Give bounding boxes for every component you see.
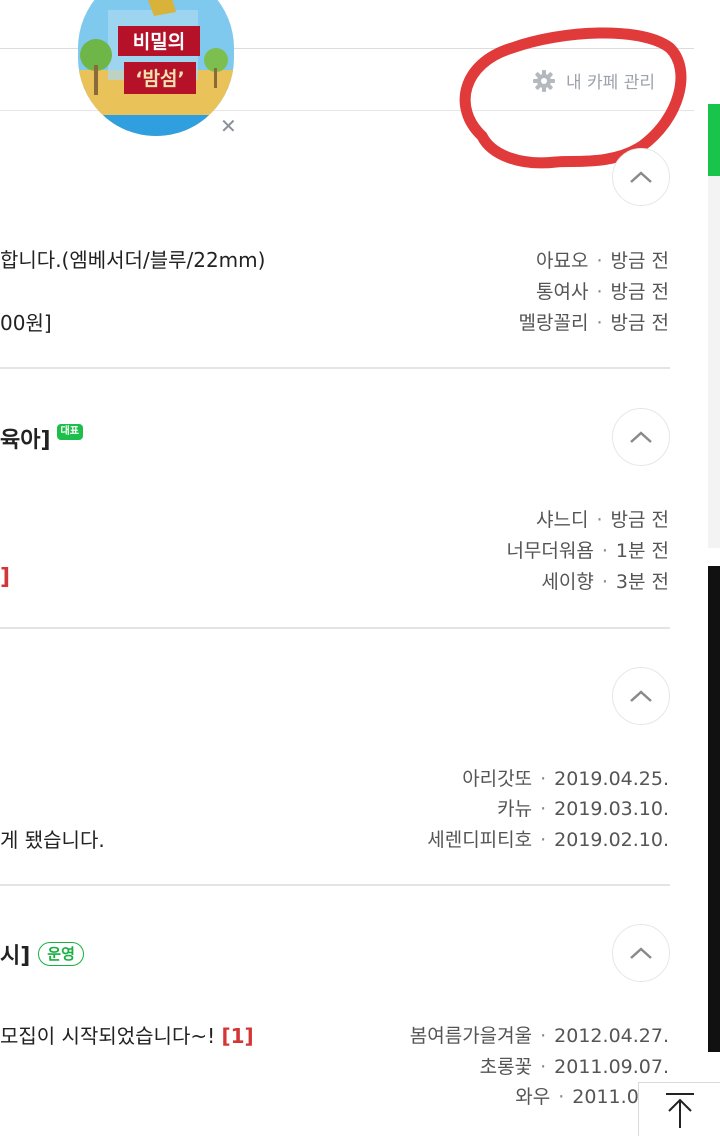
post-meta: 카뉴 · 2019.03.10. — [497, 798, 669, 820]
section-divider — [0, 627, 670, 629]
collapse-button[interactable] — [612, 667, 670, 725]
post-author: 아리갓또 — [462, 768, 533, 790]
section-divider — [0, 884, 670, 886]
post-author: 초롱꽃 — [479, 1056, 533, 1078]
post-time: 3분 전 — [615, 571, 669, 593]
post-meta: 세렌디피티호 · 2019.02.10. — [427, 829, 669, 851]
post-meta: 초롱꽃 · 2011.09.07. — [479, 1056, 669, 1078]
post-time: 방금 전 — [610, 281, 669, 303]
post-author: 와우 — [515, 1086, 551, 1108]
comment-count-bracket: ] — [0, 565, 11, 590]
post-meta: 너무더워욤 · 1분 전 — [506, 540, 669, 562]
arrow-up-icon — [665, 1092, 694, 1128]
post-title[interactable]: 모집이 시작되었습니다~! [1] — [0, 1020, 254, 1049]
post-author: 통여사 — [536, 281, 589, 303]
post-time: 2012.04.27. — [554, 1025, 669, 1047]
scroll-top-button[interactable] — [638, 1082, 720, 1136]
side-strip — [708, 176, 720, 548]
section-divider — [0, 367, 670, 369]
board-title[interactable]: 육아] 대표 — [0, 422, 83, 454]
logo-text-line1: 비밀의 — [133, 31, 185, 53]
comment-count: [1] — [221, 1024, 254, 1048]
post-meta: 샤느디 · 방금 전 — [536, 509, 669, 531]
collapse-button[interactable] — [612, 408, 670, 466]
post-title-text: 모집이 시작되었습니다~! — [0, 1024, 216, 1048]
post-meta: 봄여름가을겨울 · 2012.04.27. — [409, 1025, 669, 1047]
post-time: 2011.09.07. — [554, 1056, 669, 1078]
post-author: 아묘오 — [536, 250, 589, 272]
collapse-button[interactable] — [612, 924, 670, 982]
chevron-up-icon — [630, 431, 652, 443]
side-indicator-green — [708, 104, 720, 176]
post-author: 멜랑꼴리 — [518, 312, 589, 334]
post-time: 2019.03.10. — [554, 798, 669, 820]
logo-text-line2: ‘밤섬’ — [135, 68, 184, 90]
post-time: 2019.02.10. — [554, 829, 669, 851]
post-author: 카뉴 — [497, 798, 533, 820]
post-time: 방금 전 — [610, 509, 669, 531]
post-time: 1분 전 — [615, 540, 669, 562]
cafe-logo-image: 비밀의 ‘밤섬’ — [78, 0, 234, 136]
chevron-up-icon — [630, 171, 652, 183]
post-time: 2019.04.25. — [554, 768, 669, 790]
operation-badge: 운영 — [38, 942, 84, 966]
board-title-text: 육아] — [0, 428, 51, 453]
collapse-button[interactable] — [612, 148, 670, 206]
post-meta: 세이향 · 3분 전 — [541, 571, 669, 593]
post-author: 너무더워욤 — [506, 540, 594, 562]
post-meta: 아리갓또 · 2019.04.25. — [462, 768, 669, 790]
post-title[interactable]: 합니다.(엠베서더/블루/22mm) — [0, 244, 265, 273]
post-author: 봄여름가을겨울 — [409, 1025, 533, 1047]
close-icon[interactable]: ✕ — [220, 116, 237, 136]
post-meta: 아묘오 · 방금 전 — [536, 250, 669, 272]
post-title[interactable]: 00원] — [0, 307, 52, 336]
post-time: 방금 전 — [610, 312, 669, 334]
post-author: 샤느디 — [536, 509, 589, 531]
post-author: 세렌디피티호 — [427, 829, 533, 851]
cafe-logo[interactable]: 비밀의 ‘밤섬’ — [78, 0, 234, 136]
post-author: 세이향 — [541, 571, 594, 593]
post-meta: 통여사 · 방금 전 — [536, 281, 669, 303]
chevron-up-icon — [630, 947, 652, 959]
board-title-text: 시] — [0, 944, 31, 969]
representative-badge: 대표 — [56, 424, 83, 440]
chevron-up-icon — [630, 690, 652, 702]
post-time: 방금 전 — [610, 250, 669, 272]
board-title[interactable]: 시] 운영 — [0, 938, 84, 970]
side-ad-strip — [708, 566, 720, 1052]
post-meta: 멜랑꼴리 · 방금 전 — [518, 312, 669, 334]
post-title[interactable]: 게 됐습니다. — [0, 824, 105, 853]
